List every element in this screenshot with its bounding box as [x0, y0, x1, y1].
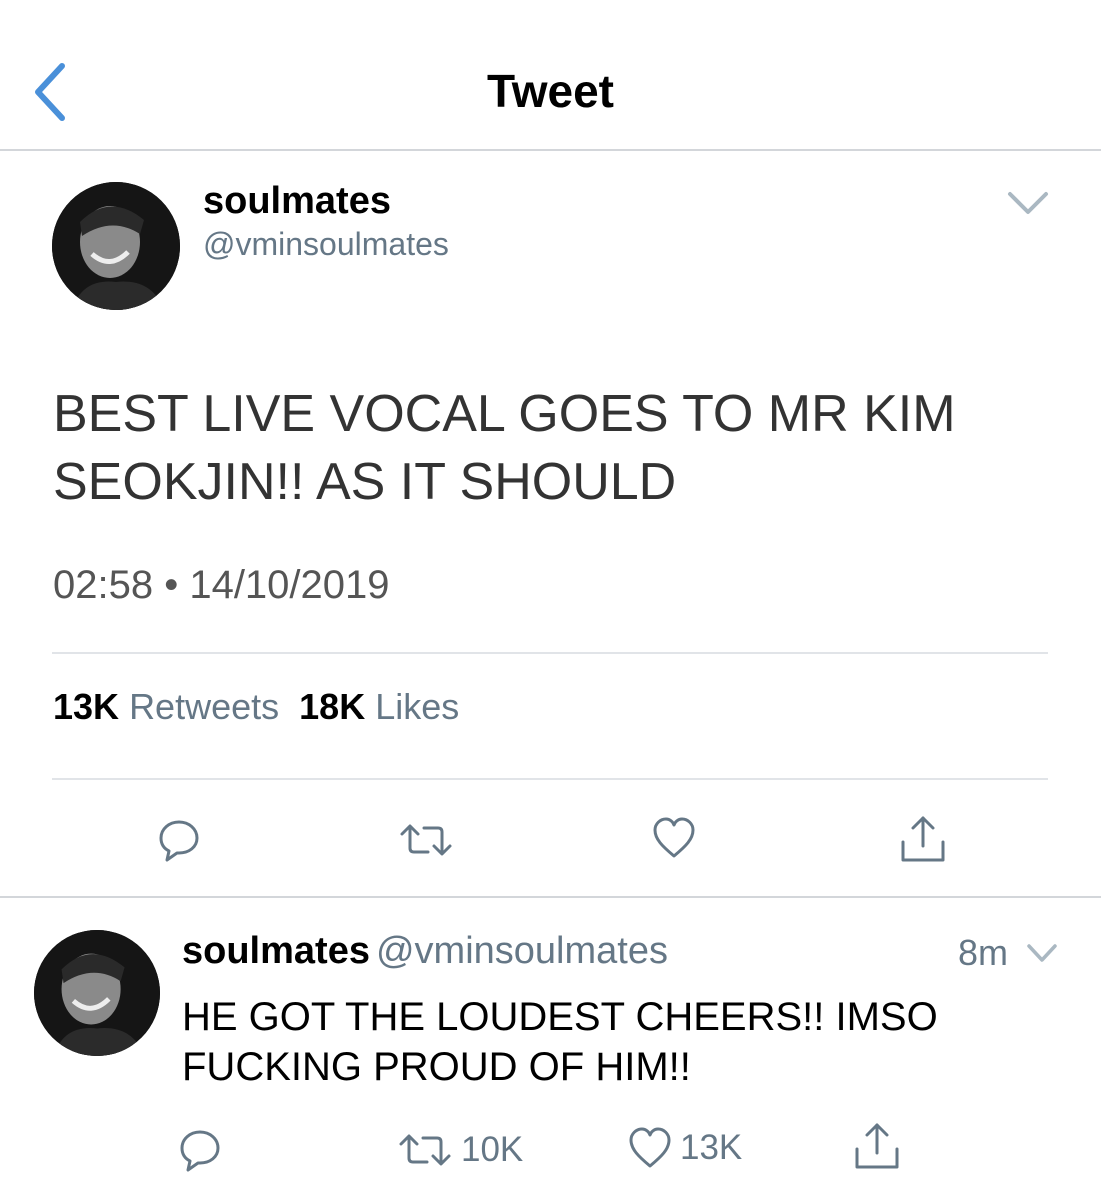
heart-icon: [653, 817, 695, 858]
share-icon: [855, 1123, 899, 1169]
retweets-count[interactable]: 13K: [53, 686, 119, 727]
page-title: Tweet: [487, 65, 614, 117]
avatar[interactable]: [52, 182, 180, 310]
user-handle[interactable]: @vminsoulmates: [203, 226, 449, 263]
share-button[interactable]: [899, 814, 947, 864]
reply-avatar[interactable]: [34, 930, 160, 1056]
tweet-stats: 13K Retweets 18K Likes: [53, 686, 459, 728]
tweet-timestamp: 02:58 • 14/10/2019: [53, 563, 390, 607]
share-icon: [901, 816, 945, 862]
reply-retweet-count: 10K: [461, 1130, 524, 1169]
likes-count[interactable]: 18K: [299, 686, 365, 727]
retweet-button[interactable]: [398, 818, 454, 862]
chevron-down-icon: [1008, 192, 1048, 214]
reply-time: 8m: [958, 932, 1009, 973]
display-name[interactable]: soulmates: [203, 180, 391, 223]
reply-display-name[interactable]: soulmates: [182, 930, 370, 972]
heart-icon: [629, 1127, 671, 1168]
reply-user-handle[interactable]: @vminsoulmates: [376, 930, 668, 972]
reply-header: soulmates @vminsoulmates: [182, 930, 668, 973]
retweets-label[interactable]: Retweets: [129, 686, 279, 727]
retweet-icon: [400, 824, 452, 856]
reply-icon: [180, 1130, 220, 1172]
reply-like-button[interactable]: 13K: [628, 1126, 742, 1170]
reply-text: HE GOT THE LOUDEST CHEERS!! IMSO FUCKING…: [182, 995, 938, 1089]
like-button[interactable]: [652, 816, 696, 860]
chevron-down-icon: [1027, 944, 1057, 962]
tweet-text: BEST LIVE VOCAL GOES TO MR KIM SEOKJIN!!…: [53, 385, 956, 511]
reply-icon: [159, 820, 199, 862]
tweet-menu-button[interactable]: [1006, 188, 1050, 218]
reply-menu-button[interactable]: [1026, 942, 1058, 964]
reply-like-count: 13K: [680, 1128, 743, 1167]
reply-share-button[interactable]: [853, 1120, 901, 1172]
reply-retweet-button[interactable]: 10K: [397, 1128, 523, 1172]
divider: [52, 778, 1048, 780]
divider: [52, 652, 1048, 654]
reply-button[interactable]: [157, 818, 201, 862]
avatar-photo: [34, 930, 160, 1056]
likes-label[interactable]: Likes: [375, 686, 459, 727]
avatar-photo: [52, 182, 180, 310]
divider: [0, 896, 1101, 898]
retweet-icon: [399, 1134, 451, 1166]
reply-reply-button[interactable]: [178, 1128, 222, 1172]
